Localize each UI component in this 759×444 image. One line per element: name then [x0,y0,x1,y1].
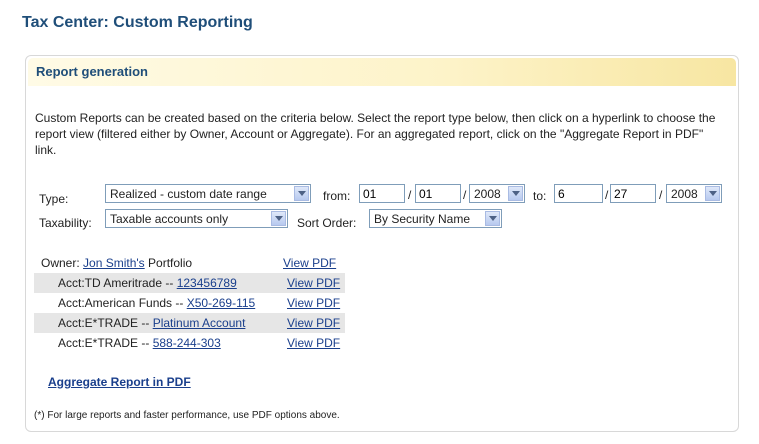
table-row: Acct:E*TRADE -- 588-244-303 View PDF [34,333,345,353]
owner-prefix: Owner: [41,256,80,270]
panel-header: Report generation [28,58,736,86]
chevron-down-icon[interactable] [508,186,523,201]
sort-order-select[interactable]: By Security Name [369,209,502,228]
account-view-pdf-link[interactable]: View PDF [287,316,340,330]
date-separator: / [463,188,467,202]
date-separator: / [408,188,412,202]
owner-suffix: Portfolio [148,256,193,270]
report-generation-panel: Report generation Custom Reports can be … [25,55,739,432]
account-link[interactable]: 123456789 [177,276,237,290]
taxability-label: Taxability: [39,216,92,230]
taxability-select[interactable]: Taxable accounts only [105,209,288,228]
to-year-select[interactable]: 2008 [666,184,722,203]
from-label: from: [323,189,351,203]
account-label: Acct:E*TRADE -- Platinum Account [58,316,245,330]
to-day-input[interactable] [610,184,656,203]
taxability-select-value: Taxable accounts only [110,212,229,226]
account-view-pdf-link[interactable]: View PDF [287,336,340,350]
to-day-field[interactable] [611,185,655,202]
sort-order-label: Sort Order: [297,216,357,230]
account-prefix: Acct:TD Ameritrade -- [58,276,174,290]
page-title: Tax Center: Custom Reporting [22,14,253,31]
panel-title: Report generation [36,64,148,79]
account-link[interactable]: X50-269-115 [187,296,256,310]
account-label: Acct:American Funds -- X50-269-115 [58,296,255,310]
table-row: Acct:American Funds -- X50-269-115 View … [34,293,345,313]
owner-label: Owner: Jon Smith's Portfolio [41,256,192,270]
from-day-input[interactable] [415,184,461,203]
to-month-input[interactable] [554,184,603,203]
account-link[interactable]: Platinum Account [153,316,246,330]
owner-row: Owner: Jon Smith's Portfolio View PDF [34,253,345,273]
intro-text: Custom Reports can be created based on t… [35,111,716,157]
from-month-field[interactable] [360,185,404,202]
account-label: Acct:E*TRADE -- 588-244-303 [58,336,221,350]
account-view-pdf-link[interactable]: View PDF [287,296,340,310]
date-separator: / [659,188,663,202]
account-prefix: Acct:E*TRADE -- [58,336,150,350]
to-label: to: [533,189,547,203]
account-view-pdf-link[interactable]: View PDF [287,276,340,290]
to-year-value: 2008 [671,187,698,201]
footnote: (*) For large reports and faster perform… [34,410,340,421]
date-separator: / [605,188,609,202]
aggregate-report-link[interactable]: Aggregate Report in PDF [48,375,191,389]
from-month-input[interactable] [359,184,405,203]
type-label: Type: [39,192,69,206]
from-year-select[interactable]: 2008 [469,184,525,203]
type-select-value: Realized - custom date range [110,187,267,201]
from-day-field[interactable] [416,185,460,202]
account-prefix: Acct:E*TRADE -- [58,316,150,330]
table-row: Acct:TD Ameritrade -- 123456789 View PDF [34,273,345,293]
owner-link[interactable]: Jon Smith's [83,256,145,270]
account-label: Acct:TD Ameritrade -- 123456789 [58,276,237,290]
chevron-down-icon[interactable] [485,211,500,226]
chevron-down-icon[interactable] [294,186,309,201]
account-link[interactable]: 588-244-303 [153,336,221,350]
account-prefix: Acct:American Funds -- [58,296,184,310]
from-year-value: 2008 [474,187,501,201]
sort-order-select-value: By Security Name [374,212,471,226]
to-month-field[interactable] [555,185,602,202]
chevron-down-icon[interactable] [705,186,720,201]
table-row: Acct:E*TRADE -- Platinum Account View PD… [34,313,345,333]
chevron-down-icon[interactable] [271,211,286,226]
type-select[interactable]: Realized - custom date range [105,184,311,203]
owner-view-pdf-link[interactable]: View PDF [283,256,336,270]
